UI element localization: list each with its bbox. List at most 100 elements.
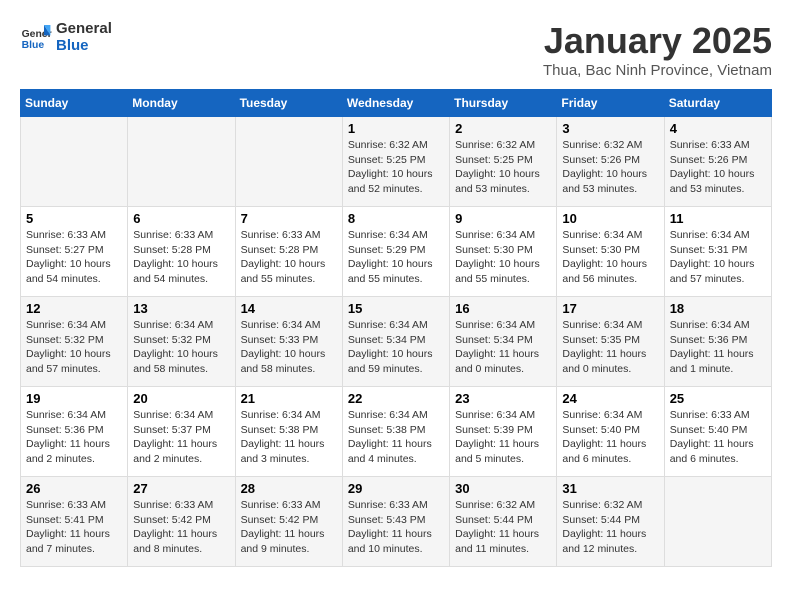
day-number: 4	[670, 121, 766, 136]
calendar-day-cell: 30 Sunrise: 6:32 AM Sunset: 5:44 PM Dayli…	[450, 477, 557, 567]
day-info: Sunrise: 6:34 AM Sunset: 5:29 PM Dayligh…	[348, 228, 444, 287]
day-number: 6	[133, 211, 229, 226]
empty-cell	[235, 117, 342, 207]
day-number: 22	[348, 391, 444, 406]
calendar-header: SundayMondayTuesdayWednesdayThursdayFrid…	[21, 90, 772, 117]
day-number: 5	[26, 211, 122, 226]
day-info: Sunrise: 6:33 AM Sunset: 5:26 PM Dayligh…	[670, 138, 766, 197]
day-number: 12	[26, 301, 122, 316]
calendar-day-cell: 18Sunrise: 6:34 AM Sunset: 5:36 PM Dayli…	[664, 297, 771, 387]
day-number: 13	[133, 301, 229, 316]
day-info: Sunrise: 6:34 AM Sunset: 5:31 PM Dayligh…	[670, 228, 766, 287]
calendar-week-row: 19Sunrise: 6:34 AM Sunset: 5:36 PM Dayli…	[21, 387, 772, 477]
day-number: 16	[455, 301, 551, 316]
calendar-day-cell: 6 Sunrise: 6:33 AM Sunset: 5:28 PM Daylig…	[128, 207, 235, 297]
empty-cell	[664, 477, 771, 567]
calendar-day-cell: 13 Sunrise: 6:34 AM Sunset: 5:32 PM Dayli…	[128, 297, 235, 387]
calendar-day-cell: 27 Sunrise: 6:33 AM Sunset: 5:42 PM Dayli…	[128, 477, 235, 567]
day-info: Sunrise: 6:32 AM Sunset: 5:44 PM Dayligh…	[455, 498, 551, 557]
day-info: Sunrise: 6:33 AM Sunset: 5:28 PM Dayligh…	[133, 228, 229, 287]
calendar-day-cell: 1 Sunrise: 6:32 AM Sunset: 5:25 PM Daylig…	[342, 117, 449, 207]
day-info: Sunrise: 6:34 AM Sunset: 5:30 PM Dayligh…	[455, 228, 551, 287]
day-info: Sunrise: 6:34 AM Sunset: 5:32 PM Dayligh…	[133, 318, 229, 377]
calendar-week-row: 5 Sunrise: 6:33 AM Sunset: 5:27 PM Daylig…	[21, 207, 772, 297]
day-number: 7	[241, 211, 337, 226]
weekday-header-friday: Friday	[557, 90, 664, 117]
calendar-day-cell: 2 Sunrise: 6:32 AM Sunset: 5:25 PM Daylig…	[450, 117, 557, 207]
calendar-day-cell: 7Sunrise: 6:33 AM Sunset: 5:28 PM Daylig…	[235, 207, 342, 297]
day-number: 20	[133, 391, 229, 406]
logo-text-line1: General	[56, 20, 112, 37]
day-info: Sunrise: 6:34 AM Sunset: 5:30 PM Dayligh…	[562, 228, 658, 287]
day-number: 11	[670, 211, 766, 226]
weekday-header-wednesday: Wednesday	[342, 90, 449, 117]
calendar-day-cell: 3 Sunrise: 6:32 AM Sunset: 5:26 PM Daylig…	[557, 117, 664, 207]
calendar-day-cell: 14 Sunrise: 6:34 AM Sunset: 5:33 PM Dayli…	[235, 297, 342, 387]
day-info: Sunrise: 6:33 AM Sunset: 5:40 PM Dayligh…	[670, 408, 766, 467]
day-info: Sunrise: 6:34 AM Sunset: 5:38 PM Dayligh…	[241, 408, 337, 467]
day-number: 17	[562, 301, 658, 316]
day-number: 18	[670, 301, 766, 316]
day-number: 24	[562, 391, 658, 406]
weekday-header-tuesday: Tuesday	[235, 90, 342, 117]
calendar-week-row: 1 Sunrise: 6:32 AM Sunset: 5:25 PM Daylig…	[21, 117, 772, 207]
day-info: Sunrise: 6:34 AM Sunset: 5:40 PM Dayligh…	[562, 408, 658, 467]
calendar-day-cell: 9 Sunrise: 6:34 AM Sunset: 5:30 PM Daylig…	[450, 207, 557, 297]
weekday-header-thursday: Thursday	[450, 90, 557, 117]
logo-icon: General Blue	[20, 21, 52, 53]
day-number: 23	[455, 391, 551, 406]
svg-text:Blue: Blue	[22, 40, 45, 51]
day-number: 27	[133, 481, 229, 496]
day-number: 14	[241, 301, 337, 316]
month-title: January 2025	[543, 20, 772, 62]
day-number: 30	[455, 481, 551, 496]
calendar-day-cell: 12 Sunrise: 6:34 AM Sunset: 5:32 PM Dayli…	[21, 297, 128, 387]
calendar-week-row: 26Sunrise: 6:33 AM Sunset: 5:41 PM Dayli…	[21, 477, 772, 567]
calendar-day-cell: 5 Sunrise: 6:33 AM Sunset: 5:27 PM Daylig…	[21, 207, 128, 297]
weekday-header-monday: Monday	[128, 90, 235, 117]
day-info: Sunrise: 6:32 AM Sunset: 5:25 PM Dayligh…	[455, 138, 551, 197]
empty-cell	[128, 117, 235, 207]
calendar-day-cell: 19Sunrise: 6:34 AM Sunset: 5:36 PM Dayli…	[21, 387, 128, 477]
day-info: Sunrise: 6:34 AM Sunset: 5:36 PM Dayligh…	[26, 408, 122, 467]
day-info: Sunrise: 6:34 AM Sunset: 5:34 PM Dayligh…	[455, 318, 551, 377]
day-info: Sunrise: 6:32 AM Sunset: 5:44 PM Dayligh…	[562, 498, 658, 557]
day-info: Sunrise: 6:33 AM Sunset: 5:43 PM Dayligh…	[348, 498, 444, 557]
day-number: 9	[455, 211, 551, 226]
day-number: 15	[348, 301, 444, 316]
day-info: Sunrise: 6:33 AM Sunset: 5:42 PM Dayligh…	[241, 498, 337, 557]
day-info: Sunrise: 6:34 AM Sunset: 5:32 PM Dayligh…	[26, 318, 122, 377]
calendar-day-cell: 20 Sunrise: 6:34 AM Sunset: 5:37 PM Dayli…	[128, 387, 235, 477]
day-number: 3	[562, 121, 658, 136]
day-info: Sunrise: 6:34 AM Sunset: 5:37 PM Dayligh…	[133, 408, 229, 467]
calendar-day-cell: 15Sunrise: 6:34 AM Sunset: 5:34 PM Dayli…	[342, 297, 449, 387]
day-info: Sunrise: 6:34 AM Sunset: 5:38 PM Dayligh…	[348, 408, 444, 467]
calendar-day-cell: 28Sunrise: 6:33 AM Sunset: 5:42 PM Dayli…	[235, 477, 342, 567]
calendar-day-cell: 25Sunrise: 6:33 AM Sunset: 5:40 PM Dayli…	[664, 387, 771, 477]
weekday-header-row: SundayMondayTuesdayWednesdayThursdayFrid…	[21, 90, 772, 117]
calendar-day-cell: 16 Sunrise: 6:34 AM Sunset: 5:34 PM Dayli…	[450, 297, 557, 387]
day-number: 21	[241, 391, 337, 406]
day-info: Sunrise: 6:33 AM Sunset: 5:41 PM Dayligh…	[26, 498, 122, 557]
day-number: 2	[455, 121, 551, 136]
calendar-day-cell: 17 Sunrise: 6:34 AM Sunset: 5:35 PM Dayli…	[557, 297, 664, 387]
calendar-day-cell: 29Sunrise: 6:33 AM Sunset: 5:43 PM Dayli…	[342, 477, 449, 567]
day-number: 31	[562, 481, 658, 496]
day-info: Sunrise: 6:34 AM Sunset: 5:35 PM Dayligh…	[562, 318, 658, 377]
calendar-table: SundayMondayTuesdayWednesdayThursdayFrid…	[20, 89, 772, 567]
day-info: Sunrise: 6:34 AM Sunset: 5:39 PM Dayligh…	[455, 408, 551, 467]
day-info: Sunrise: 6:33 AM Sunset: 5:42 PM Dayligh…	[133, 498, 229, 557]
day-info: Sunrise: 6:32 AM Sunset: 5:26 PM Dayligh…	[562, 138, 658, 197]
calendar-day-cell: 24 Sunrise: 6:34 AM Sunset: 5:40 PM Dayli…	[557, 387, 664, 477]
day-info: Sunrise: 6:33 AM Sunset: 5:27 PM Dayligh…	[26, 228, 122, 287]
day-info: Sunrise: 6:32 AM Sunset: 5:25 PM Dayligh…	[348, 138, 444, 197]
title-block: January 2025 Thua, Bac Ninh Province, Vi…	[543, 20, 772, 79]
day-number: 1	[348, 121, 444, 136]
logo-text-line2: Blue	[56, 37, 112, 54]
weekday-header-saturday: Saturday	[664, 90, 771, 117]
page-header: General Blue General Blue January 2025 T…	[20, 20, 772, 79]
calendar-day-cell: 10Sunrise: 6:34 AM Sunset: 5:30 PM Dayli…	[557, 207, 664, 297]
day-info: Sunrise: 6:34 AM Sunset: 5:33 PM Dayligh…	[241, 318, 337, 377]
calendar-day-cell: 21 Sunrise: 6:34 AM Sunset: 5:38 PM Dayli…	[235, 387, 342, 477]
calendar-day-cell: 11 Sunrise: 6:34 AM Sunset: 5:31 PM Dayli…	[664, 207, 771, 297]
